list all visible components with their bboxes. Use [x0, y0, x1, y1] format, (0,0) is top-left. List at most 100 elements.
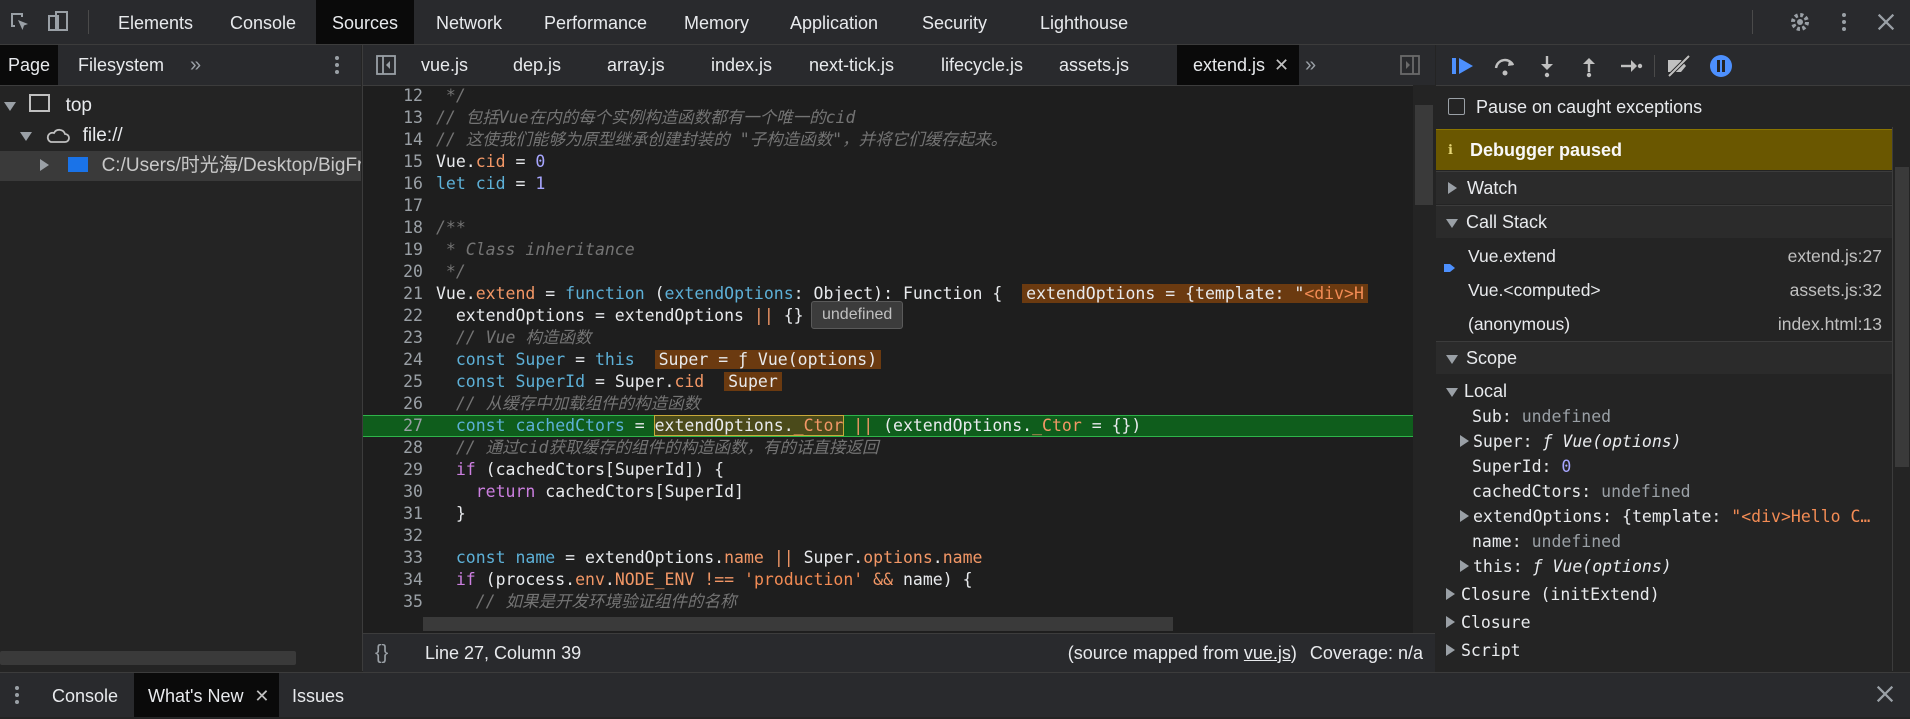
line-number[interactable]: 17 — [363, 195, 423, 217]
more-files-chevron-icon[interactable]: » — [1305, 53, 1327, 77]
toggle-debugger-icon[interactable] — [1399, 54, 1421, 76]
resume-icon[interactable] — [1448, 51, 1478, 81]
file-tab-dep-js[interactable]: dep.js — [497, 45, 577, 85]
scope-var-cachedctors[interactable]: cachedCtors: undefined — [1436, 479, 1910, 504]
code-line[interactable]: 32 — [363, 525, 1413, 547]
step-icon[interactable] — [1616, 51, 1646, 81]
file-tab-index-js[interactable]: index.js — [695, 45, 788, 85]
scope-var-this[interactable]: this: ƒ Vue(options) — [1436, 554, 1892, 579]
line-number[interactable]: 13 — [363, 107, 423, 129]
horizontal-scrollbar[interactable] — [0, 651, 296, 665]
call-frame-location[interactable]: extend.js:27 — [1788, 239, 1882, 273]
scope-var-superid[interactable]: SuperId: 0 — [1436, 454, 1910, 479]
line-number[interactable]: 19 — [363, 239, 423, 261]
drawer-tab-issues[interactable]: Issues — [278, 673, 358, 717]
code-line[interactable]: 19 * Class inheritance — [363, 239, 1413, 261]
line-number[interactable]: 25 — [363, 371, 423, 393]
scope-var-super[interactable]: Super: ƒ Vue(options) — [1436, 429, 1892, 454]
code-line[interactable]: 28 // 通过cid获取缓存的组件的构造函数，有的话直接返回 — [363, 437, 1413, 459]
code-line[interactable]: 31 } — [363, 503, 1413, 525]
line-number[interactable]: 27 — [363, 416, 423, 436]
code-line[interactable]: 17 — [363, 195, 1413, 217]
code-line[interactable]: 35 // 如果是开发环境验证组件的名称 — [363, 591, 1413, 613]
code-area[interactable]: 12 */13// 包括Vue在内的每个实例构造函数都有一个唯一的cid 14//… — [363, 85, 1413, 633]
code-line-current[interactable]: 27 const cachedCtors = extendOptions._Ct… — [363, 415, 1413, 437]
scope-var-sub[interactable]: Sub: undefined — [1436, 404, 1910, 429]
line-number[interactable]: 20 — [363, 261, 423, 283]
code-line[interactable]: 33 const name = extendOptions.name || Su… — [363, 547, 1413, 569]
code-line[interactable]: 12 */ — [363, 85, 1413, 107]
device-toolbar-icon[interactable] — [44, 8, 72, 36]
tree-item-folder[interactable]: C:/Users/时光海/Desktop/BigFron — [0, 151, 361, 181]
tab-filesystem[interactable]: Filesystem — [70, 45, 172, 85]
drawer-tab-console[interactable]: Console — [38, 673, 132, 717]
scope-closure-initextend[interactable]: Closure (initExtend) — [1436, 582, 1892, 607]
pretty-print-icon[interactable]: {} — [375, 634, 388, 672]
line-number[interactable]: 15 — [363, 151, 423, 173]
line-number[interactable]: 23 — [363, 327, 423, 349]
section-watch[interactable]: Watch — [1436, 171, 1892, 204]
line-number[interactable]: 18 — [363, 217, 423, 239]
vertical-scrollbar[interactable] — [1413, 85, 1435, 633]
file-tab-array-js[interactable]: array.js — [591, 45, 681, 85]
close-drawer-icon[interactable] — [1874, 683, 1898, 707]
line-number[interactable]: 33 — [363, 547, 423, 569]
line-number[interactable]: 22 — [363, 305, 423, 327]
file-tab-extend-js[interactable]: extend.js ✕ — [1177, 45, 1300, 85]
tab-performance[interactable]: Performance — [528, 0, 663, 44]
tab-lighthouse[interactable]: Lighthouse — [1024, 0, 1144, 44]
scope-local[interactable]: Local — [1436, 379, 1892, 404]
code-line[interactable]: 14 // 这使我们能够为原型继承创建封装的 "子构造函数"，并将它们缓存起来。 — [363, 129, 1413, 151]
code-line[interactable]: 13 // 包括Vue在内的每个实例构造函数都有一个唯一的cid — [363, 107, 1413, 129]
line-number[interactable]: 24 — [363, 349, 423, 371]
tab-memory[interactable]: Memory — [668, 0, 765, 44]
code-line[interactable]: 29 if (cachedCtors[SuperId]) { — [363, 459, 1413, 481]
section-call-stack[interactable]: Call Stack — [1436, 205, 1892, 238]
drawer-tab-whats-new[interactable]: What's New ✕ — [134, 673, 280, 719]
tab-page[interactable]: Page — [0, 45, 59, 85]
code-line[interactable]: 26 // 从缓存中加载组件的构造函数 — [363, 393, 1413, 415]
line-number[interactable]: 28 — [363, 437, 423, 459]
line-number[interactable]: 34 — [363, 569, 423, 591]
scope-var-extendoptions[interactable]: extendOptions: {template: "<div>Hello C… — [1436, 504, 1892, 529]
pause-on-exceptions-icon[interactable] — [1706, 51, 1736, 81]
close-devtools-icon[interactable] — [1872, 8, 1900, 36]
scrollbar-thumb[interactable] — [1895, 167, 1909, 467]
tab-sources[interactable]: Sources — [316, 0, 415, 44]
code-line[interactable]: 30 return cachedCtors[SuperId] — [363, 481, 1413, 503]
section-scope[interactable]: Scope — [1436, 341, 1892, 374]
file-tab-next-tick-js[interactable]: next-tick.js — [793, 45, 910, 85]
settings-gear-icon[interactable] — [1786, 8, 1814, 36]
pause-on-caught-row[interactable]: Pause on caught exceptions — [1436, 87, 1910, 127]
call-frame-location[interactable]: index.html:13 — [1778, 307, 1882, 341]
tab-console[interactable]: Console — [214, 0, 312, 44]
scope-script[interactable]: Script — [1436, 638, 1892, 663]
code-line[interactable]: 34 if (process.env.NODE_ENV !== 'product… — [363, 569, 1413, 591]
step-out-icon[interactable] — [1574, 51, 1604, 81]
code-line[interactable]: 15 Vue.cid = 0 — [363, 151, 1413, 173]
code-line[interactable]: 18 /** — [363, 217, 1413, 239]
tab-elements[interactable]: Elements — [102, 0, 209, 44]
line-number[interactable]: 32 — [363, 525, 423, 547]
scope-closure[interactable]: Closure — [1436, 610, 1892, 635]
file-tab-lifecycle-js[interactable]: lifecycle.js — [925, 45, 1039, 85]
deactivate-breakpoints-icon[interactable] — [1664, 51, 1694, 81]
tab-network[interactable]: Network — [420, 0, 518, 44]
code-line[interactable]: 16 let cid = 1 — [363, 173, 1413, 195]
scope-var-name[interactable]: name: undefined — [1436, 529, 1910, 554]
call-frame-current[interactable]: Vue.extend extend.js:27 — [1436, 239, 1892, 273]
tree-item-top[interactable]: top — [0, 91, 361, 121]
line-number[interactable]: 30 — [363, 481, 423, 503]
code-line[interactable]: 23 // Vue 构造函数 — [363, 327, 1413, 349]
inspect-element-icon[interactable] — [6, 8, 34, 36]
line-number[interactable]: 14 — [363, 129, 423, 151]
close-tab-icon[interactable]: ✕ — [254, 673, 269, 719]
line-number[interactable]: 29 — [363, 459, 423, 481]
step-over-icon[interactable] — [1490, 51, 1520, 81]
close-tab-icon[interactable]: ✕ — [1274, 45, 1289, 85]
code-line[interactable]: 24 const Super = this Super = ƒ Vue(opti… — [363, 349, 1413, 371]
line-number[interactable]: 21 — [363, 283, 423, 305]
pause-on-caught-checkbox[interactable] — [1448, 98, 1465, 115]
more-options-icon[interactable] — [1830, 8, 1858, 36]
tab-application[interactable]: Application — [774, 0, 894, 44]
